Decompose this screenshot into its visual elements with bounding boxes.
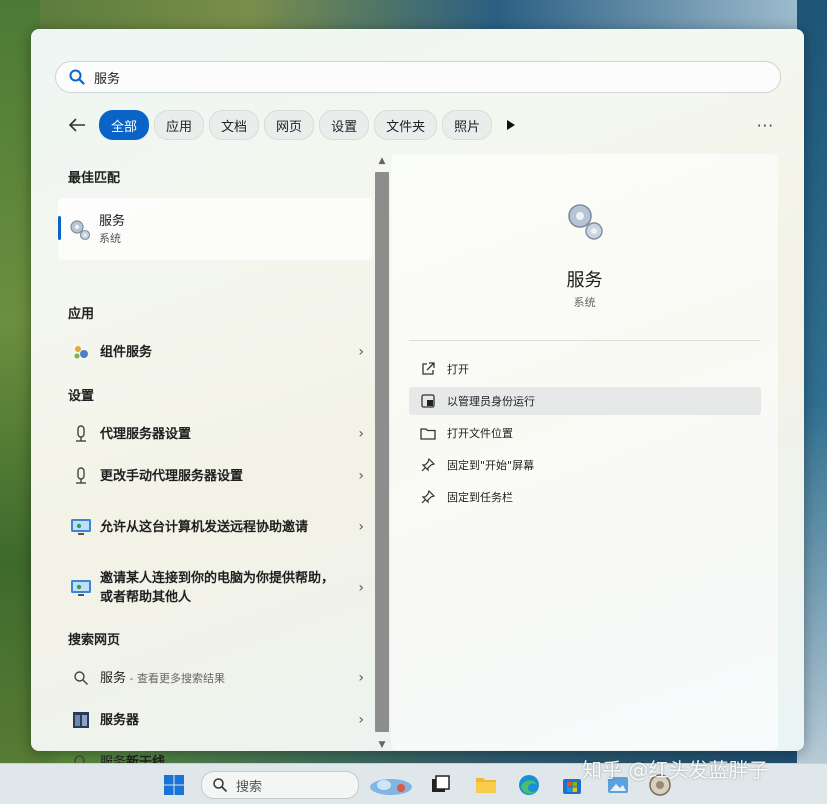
list-item-label: 服务器	[100, 712, 140, 728]
taskbar-search-box[interactable]: 搜索	[201, 771, 359, 799]
list-item-label: 服务 - 查看更多搜索结果	[100, 669, 340, 688]
services-gear-icon	[70, 220, 91, 241]
search-input[interactable]	[92, 68, 746, 86]
component-services-icon	[70, 341, 92, 363]
back-arrow-icon[interactable]	[65, 113, 89, 137]
remote-assistance-icon	[70, 516, 92, 538]
chevron-right-icon[interactable]: ›	[358, 712, 364, 728]
chevron-right-icon[interactable]: ›	[358, 344, 364, 360]
proxy-icon	[70, 423, 92, 445]
action-run-as-admin[interactable]: 以管理员身份运行	[409, 387, 761, 415]
list-item-remote-assistance[interactable]: 允许从这台计算机发送远程协助邀请 ›	[58, 507, 372, 547]
details-pane: 服务 系统 打开 以管理员身份运行 打开文件位置 固定到"开始"屏幕 固定到任务…	[391, 154, 778, 750]
search-panel: 全部 应用 文档 网页 设置 文件夹 照片 ··· 最佳匹配 服务 系统 应用	[31, 29, 804, 770]
chevron-right-icon[interactable]: ›	[358, 580, 364, 596]
tab-photos[interactable]: 照片	[442, 110, 493, 140]
list-item-component-services[interactable]: 组件服务 ›	[58, 341, 372, 363]
action-label: 固定到"开始"屏幕	[447, 459, 535, 472]
selection-indicator	[58, 216, 61, 240]
scrollbar-thumb[interactable]	[375, 172, 389, 732]
run-as-admin-icon	[419, 392, 437, 410]
tab-all[interactable]: 全部	[99, 110, 150, 140]
details-title: 服务	[566, 270, 603, 291]
task-view-icon[interactable]	[428, 773, 452, 797]
web-query-text: 服务	[100, 670, 127, 686]
list-item-label: 代理服务器设置	[100, 426, 192, 442]
action-open[interactable]: 打开	[409, 355, 761, 383]
windows-start-icon[interactable]	[162, 773, 186, 797]
web-query-hint: - 查看更多搜索结果	[126, 671, 225, 685]
tab-documents[interactable]: 文档	[209, 110, 260, 140]
list-item-proxy-settings[interactable]: 代理服务器设置 ›	[58, 423, 372, 445]
action-pin-to-taskbar[interactable]: 固定到任务栏	[409, 483, 761, 511]
search-highlight-icon[interactable]	[368, 773, 414, 797]
desktop-wallpaper-top	[0, 0, 827, 30]
more-options-button[interactable]: ···	[757, 117, 774, 135]
tab-settings[interactable]: 设置	[319, 110, 370, 140]
remote-assistance-icon	[70, 577, 92, 599]
action-label: 打开文件位置	[447, 427, 513, 440]
file-explorer-icon[interactable]	[474, 773, 498, 797]
chevron-right-icon[interactable]: ›	[358, 426, 364, 442]
edge-browser-icon[interactable]	[517, 773, 541, 797]
scroll-up-icon[interactable]: ▲	[375, 156, 389, 166]
search-icon	[213, 778, 228, 793]
best-match-item[interactable]: 服务 系统	[58, 198, 372, 260]
chevron-right-icon[interactable]: ›	[358, 670, 364, 686]
list-item-label: 组件服务	[100, 344, 153, 360]
details-divider	[409, 340, 760, 341]
list-item-web-server[interactable]: 服务器 ›	[58, 709, 372, 731]
search-icon	[69, 69, 85, 85]
details-subtitle: 系统	[573, 296, 596, 309]
taskbar-search-placeholder: 搜索	[236, 779, 263, 795]
chevron-right-icon[interactable]: ›	[358, 468, 364, 484]
chevron-right-icon[interactable]: ›	[358, 519, 364, 535]
tab-web[interactable]: 网页	[264, 110, 315, 140]
results-list: 最佳匹配 服务 系统 应用 组件服务 › 设置 代理服务器设置 › 更改手动代理…	[58, 161, 372, 770]
search-box[interactable]	[55, 61, 781, 93]
server-image-icon	[70, 709, 92, 731]
proxy-icon	[70, 465, 92, 487]
section-title-web: 搜索网页	[68, 633, 121, 648]
best-match-name: 服务	[99, 214, 126, 229]
action-label: 固定到任务栏	[447, 491, 513, 504]
action-pin-to-start[interactable]: 固定到"开始"屏幕	[409, 451, 761, 479]
section-title-apps: 应用	[68, 307, 95, 322]
filter-tabs: 全部 应用 文档 网页 设置 文件夹 照片	[65, 109, 521, 141]
pin-icon	[419, 456, 437, 474]
list-item-manual-proxy-settings[interactable]: 更改手动代理服务器设置 ›	[58, 465, 372, 487]
pin-icon	[419, 488, 437, 506]
action-label: 以管理员身份运行	[447, 395, 535, 408]
open-external-icon	[419, 360, 437, 378]
list-item-label: 更改手动代理服务器设置	[100, 468, 244, 484]
folder-icon	[419, 424, 437, 442]
action-open-file-location[interactable]: 打开文件位置	[409, 419, 761, 447]
list-item-web-search[interactable]: 服务 - 查看更多搜索结果 ›	[58, 667, 372, 689]
section-title-settings: 设置	[68, 389, 95, 404]
watermark: 知乎 @红头发蓝胖子	[582, 758, 769, 782]
list-item-label: 邀请某人连接到你的电脑为你提供帮助，或者帮助其他人	[100, 571, 335, 605]
best-match-subtitle: 系统	[99, 232, 121, 245]
services-gear-icon	[568, 204, 603, 240]
list-item-label: 允许从这台计算机发送远程协助邀请	[100, 519, 309, 535]
results-scrollbar[interactable]: ▲ ▼	[373, 154, 389, 750]
more-tabs-play-icon[interactable]	[501, 111, 521, 139]
action-label: 打开	[447, 363, 469, 376]
scroll-down-icon[interactable]: ▼	[375, 740, 389, 750]
microsoft-store-icon[interactable]	[560, 773, 584, 797]
tab-apps[interactable]: 应用	[154, 110, 205, 140]
section-title-best-match: 最佳匹配	[68, 171, 121, 186]
list-item-invite-help[interactable]: 邀请某人连接到你的电脑为你提供帮助，或者帮助其他人 ›	[58, 568, 372, 608]
tab-folders[interactable]: 文件夹	[374, 110, 438, 140]
search-icon	[70, 667, 92, 689]
